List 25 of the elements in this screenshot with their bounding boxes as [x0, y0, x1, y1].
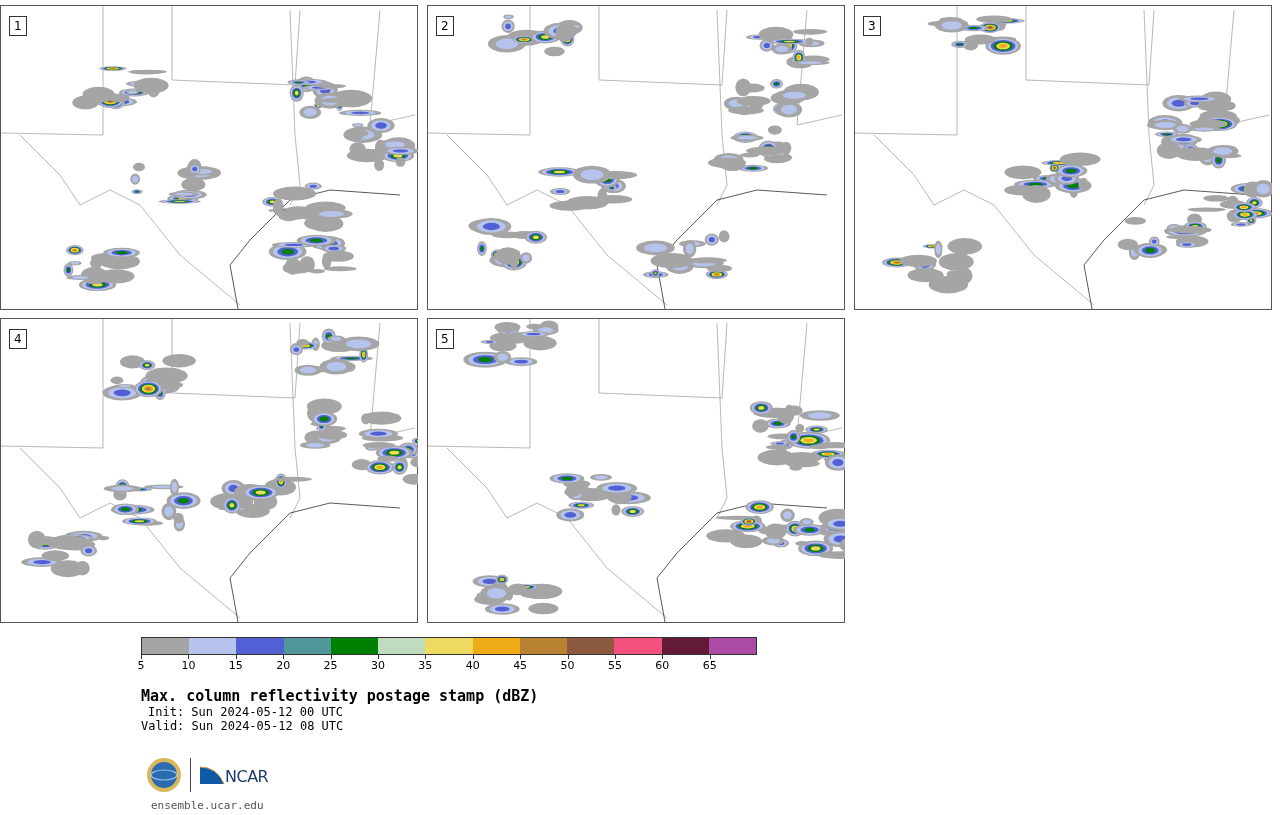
chart-title: Max. column reflectivity postage stamp (dBZ) — [141, 687, 540, 705]
tick-label: 25 — [323, 660, 338, 672]
tick-label: 40 — [465, 660, 480, 672]
tick-label: 10 — [181, 660, 196, 672]
tick-label: 60 — [655, 660, 670, 672]
tick-label: 65 — [702, 660, 717, 672]
panel-number: 3 — [863, 16, 881, 36]
tick-label: 5 — [137, 660, 145, 672]
init-time: Init: Sun 2024-05-12 00 UTC — [147, 705, 345, 719]
arc-logo-icon — [199, 765, 225, 785]
valid-time: Valid: Sun 2024-05-12 08 UTC — [141, 719, 345, 733]
logo-text: NCAR — [225, 769, 269, 785]
tick-label: 30 — [370, 660, 385, 672]
globe-seal-icon — [146, 757, 182, 793]
panel-number: 2 — [436, 16, 454, 36]
website-url: ensemble.ucar.edu — [151, 799, 265, 812]
panel-number: 4 — [9, 329, 27, 349]
tick-label: 15 — [228, 660, 243, 672]
tick-label: 35 — [418, 660, 433, 672]
tick-label: 55 — [607, 660, 622, 672]
tick-label: 45 — [513, 660, 528, 672]
tick-label: 20 — [276, 660, 291, 672]
panel-number: 1 — [9, 16, 27, 36]
panel-number: 5 — [436, 329, 454, 349]
tick-label: 50 — [560, 660, 575, 672]
